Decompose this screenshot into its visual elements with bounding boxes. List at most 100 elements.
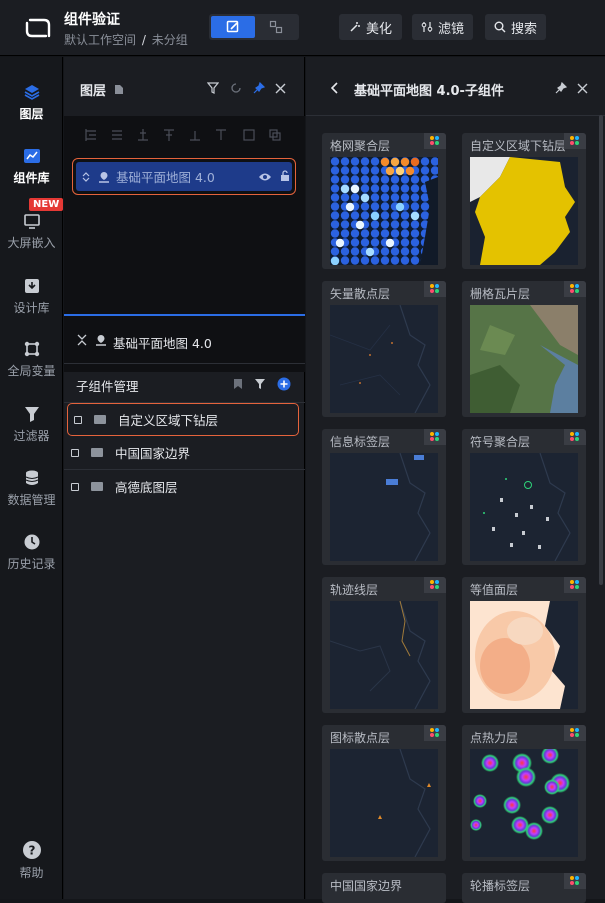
magic-wand-icon [350,22,360,32]
funnel-icon[interactable] [254,378,266,390]
pin-icon[interactable] [253,82,265,94]
refresh-icon[interactable] [230,82,242,94]
checkbox[interactable] [71,448,79,457]
nav-item-components[interactable]: 组件库 [0,147,63,186]
nav-item-filters[interactable]: 过滤器 [0,405,63,444]
top-bar: 组件验证 默认工作空间 / 未分组 美化 滤镜 搜索 [0,0,605,56]
layer-item-basemap[interactable]: 基础平面地图 4.0 [72,158,296,195]
component-card-title: 等值面层 [470,583,519,597]
app-logo-icon[interactable] [24,14,52,42]
multicolor-dots-icon [424,577,446,593]
nav-item-embed[interactable]: NEW 大屏嵌入 [0,198,64,251]
raster-tile-thumbnail [470,305,578,413]
workspace-name[interactable]: 默认工作空间 [64,33,136,47]
component-card[interactable]: 等值面层 [462,577,586,713]
bookmark-icon[interactable] [233,378,243,390]
nav-label: 帮助 [19,866,44,880]
link-mode-button[interactable] [255,16,297,38]
database-icon [25,470,38,485]
link-icon [269,20,283,34]
clock-icon [24,534,39,550]
component-card-title: 矢量散点层 [330,287,391,301]
subcomponent-label: 高德底图层 [115,480,178,495]
component-card-title: 格网聚合层 [330,139,391,153]
multicolor-dots-icon [564,281,586,297]
add-icon[interactable] [277,377,291,391]
close-icon[interactable] [275,83,286,94]
multicolor-dots-icon [564,873,586,889]
isosurface-thumbnail [470,601,578,709]
filter-icon[interactable] [207,82,219,94]
layers-icon [24,85,39,100]
layer-item-label: 基础平面地图 4.0 [116,170,215,185]
back-arrow-icon[interactable] [331,82,339,94]
component-card[interactable]: 自定义区域下钻层 [462,133,586,269]
selected-component-header: 基础平面地图 4.0 [64,319,305,364]
search-label: 搜索 [510,21,537,37]
nav-item-history[interactable]: 历史记录 [0,533,63,572]
path-separator: / [141,33,146,47]
component-card[interactable]: 轨迹线层 [322,577,446,713]
component-card-title: 图标散点层 [330,731,391,745]
component-card[interactable]: 图标散点层 [322,725,446,861]
nav-item-data-mgmt[interactable]: 数据管理 [0,469,63,508]
edit-mode-button[interactable] [211,16,255,38]
subcomponent-row[interactable]: 自定义区域下钻层 [67,403,299,436]
component-card[interactable]: 栅格瓦片层 [462,281,586,417]
subcomponent-label: 中国国家边界 [115,446,191,461]
component-card-title: 点热力层 [470,731,519,745]
nav-label: 设计库 [13,301,50,315]
checkbox[interactable] [71,482,79,491]
filter-button[interactable]: 滤镜 [412,14,473,40]
multicolor-dots-icon [424,429,446,445]
component-card[interactable]: 点热力层 [462,725,586,861]
nav-item-help[interactable]: ? 帮助 [0,840,63,881]
beautify-label: 美化 [365,21,392,37]
component-card[interactable]: 矢量散点层 [322,281,446,417]
group-name[interactable]: 未分组 [152,33,188,47]
multicolor-dots-icon [424,725,446,741]
nav-label: 历史记录 [7,557,56,571]
search-button[interactable]: 搜索 [485,14,546,40]
selected-component-label: 基础平面地图 4.0 [113,336,212,351]
eye-icon[interactable] [258,172,272,182]
nav-item-global-vars[interactable]: 全局变量 [0,340,63,379]
lock-icon[interactable] [280,170,290,182]
layer-panel: 图层 基础平面地图 4.0 基础平面地图 4.0 子组件管理 ··· 自定义区域… [64,57,305,899]
multicolor-dots-icon [424,133,446,149]
component-card-title: 轨迹线层 [330,583,379,597]
new-badge: NEW [29,198,64,211]
component-card[interactable]: 信息标签层 [322,429,446,565]
collapse-icon[interactable] [77,334,87,346]
filter-label: 滤镜 [437,21,464,37]
subcomponent-row[interactable]: 中国国家边界 [64,436,305,469]
layer-panel-title: 图层 [80,80,124,99]
nav-item-layers[interactable]: 图层 [0,83,63,122]
expand-toggle-icon[interactable] [82,171,90,183]
component-icon [91,476,103,491]
close-icon[interactable] [577,83,588,94]
symbol-cluster-thumbnail [470,453,578,561]
map-pin-icon [96,335,106,346]
multicolor-dots-icon [564,133,586,149]
beautify-button[interactable]: 美化 [339,14,402,40]
map-pin-icon [99,171,109,183]
subcomponent-row[interactable]: 高德底图层 [64,470,305,503]
nav-item-design-lib[interactable]: 设计库 [0,277,63,316]
component-card[interactable]: 格网聚合层 [322,133,446,269]
component-card-title: 自定义区域下钻层 [470,139,567,153]
subcomponent-manager-title: 子组件管理 [76,379,139,394]
trajectory-line-thumbnail [330,601,438,709]
doc-icon [114,85,123,94]
icon-scatter-thumbnail [330,749,438,857]
pin-icon[interactable] [555,82,567,94]
component-card[interactable]: 符号聚合层 [462,429,586,565]
project-path: 默认工作空间 / 未分组 [64,31,188,48]
checkbox[interactable] [74,415,82,424]
edit-icon [226,20,239,33]
multicolor-dots-icon [564,429,586,445]
scrollbar[interactable] [599,115,603,585]
mode-switch [209,14,299,40]
nav-label: 组件库 [13,171,50,185]
component-icon [94,409,106,424]
